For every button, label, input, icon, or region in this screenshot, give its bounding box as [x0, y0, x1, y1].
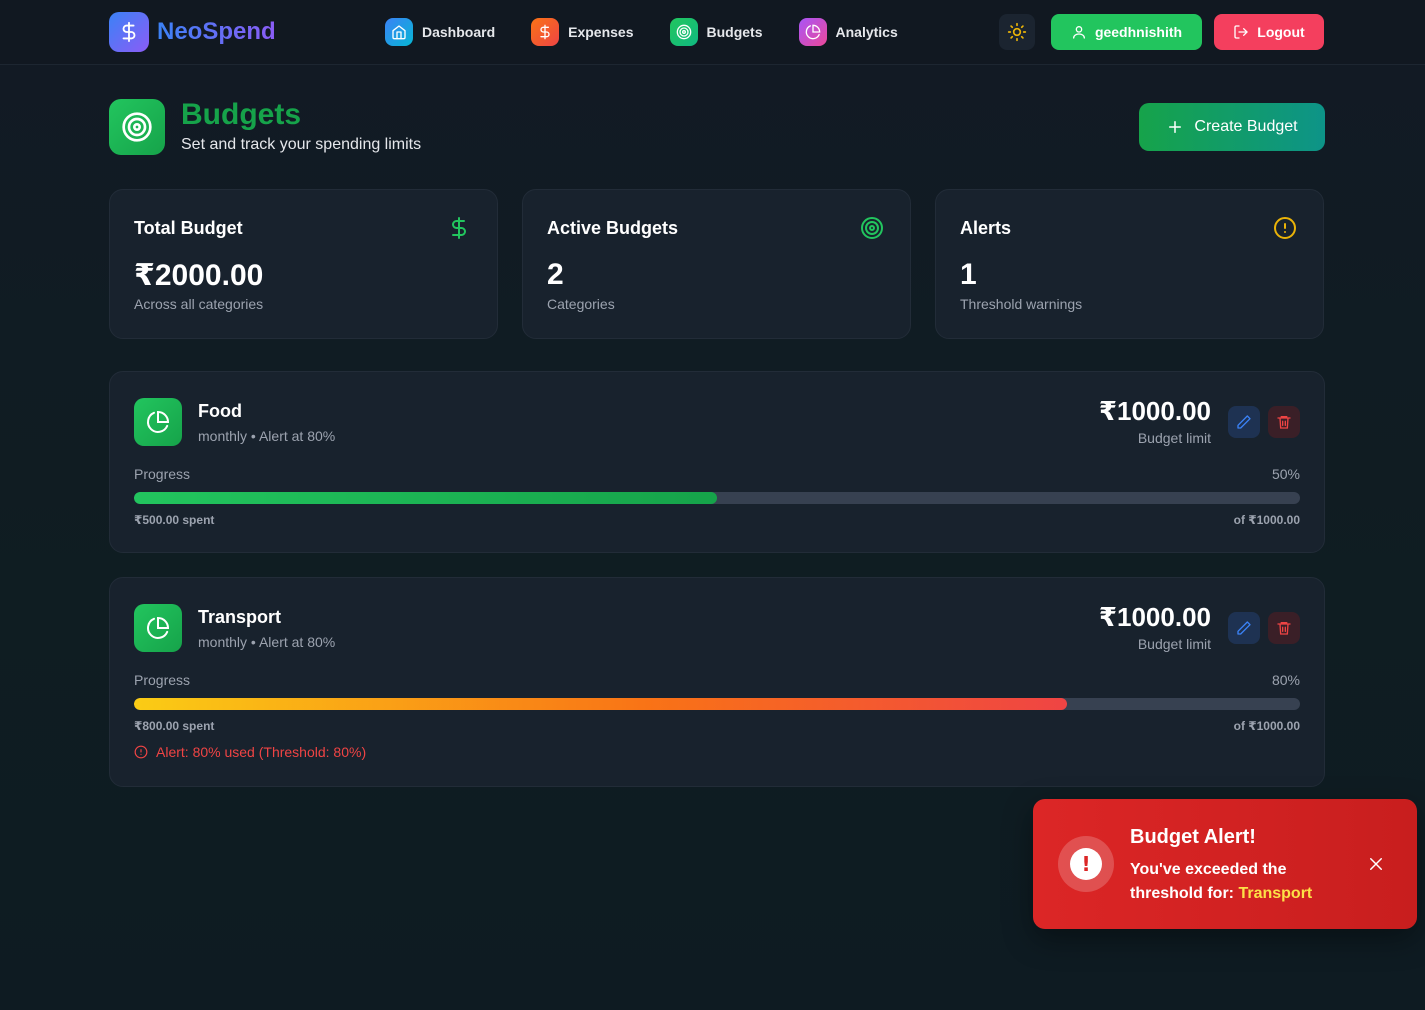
- nav-item-expenses[interactable]: Expenses: [531, 18, 634, 46]
- edit-button[interactable]: [1228, 406, 1260, 438]
- spent-amount: ₹500.00 spent: [134, 513, 215, 527]
- progress-label: Progress: [134, 466, 191, 482]
- progress-percent: 50%: [1271, 466, 1300, 482]
- nav-links: Dashboard Expenses Budgets Analytics: [385, 18, 934, 46]
- alert-text: Alert: 80% used (Threshold: 80%): [156, 744, 367, 760]
- plus-icon: [1169, 121, 1182, 133]
- budget-alert-threshold: Alert at 80%: [258, 428, 336, 444]
- edit-button[interactable]: [1228, 612, 1260, 644]
- budget-amount: ₹1000.00: [1098, 396, 1211, 426]
- toast-category: Transport: [1238, 885, 1313, 902]
- nav-label: Analytics: [835, 24, 898, 40]
- budget-alert-threshold: Alert at 80%: [258, 634, 336, 650]
- stat-title: Active Budgets: [547, 218, 679, 238]
- user-icon: [1072, 26, 1085, 39]
- budget-name: Food: [198, 401, 242, 421]
- budget-meta: monthly • Alert at 80%: [198, 634, 335, 650]
- budget-period: monthly: [198, 634, 248, 650]
- target-icon: [860, 216, 884, 240]
- logout-label: Logout: [1257, 24, 1305, 40]
- trash-icon: [1277, 416, 1291, 429]
- stat-value: 2: [547, 258, 564, 291]
- budget-card-food: Food monthly • Alert at 80% ₹1000.00 Bud…: [109, 371, 1325, 553]
- top-navbar: NeoSpend Dashboard Expenses Budgets Anal…: [0, 0, 1425, 65]
- alert-circle-icon: [134, 745, 148, 759]
- dollar-icon: [531, 18, 560, 46]
- separator-dot: •: [250, 634, 259, 650]
- page-subtitle: Set and track your spending limits: [181, 136, 422, 153]
- pie-chart-icon: [798, 18, 827, 46]
- budget-amount: ₹1000.00: [1098, 602, 1211, 632]
- progress-fill: [134, 698, 1067, 710]
- budget-alert-toast: ! Budget Alert! You've exceeded the thre…: [1033, 799, 1417, 929]
- progress-bar: [134, 492, 1300, 504]
- brand[interactable]: NeoSpend: [109, 12, 276, 52]
- close-icon: [1370, 858, 1382, 870]
- stat-card-alerts: Alerts 1 Threshold warnings: [935, 189, 1324, 339]
- sun-icon: [1007, 22, 1027, 42]
- nav-label: Dashboard: [422, 24, 496, 40]
- pie-chart-icon: [134, 398, 182, 446]
- stat-card-total-budget: Total Budget ₹2000.00 Across all categor…: [109, 189, 498, 339]
- budget-alert-message: Alert: 80% used (Threshold: 80%): [134, 744, 366, 760]
- spent-amount: ₹800.00 spent: [134, 719, 215, 733]
- logout-icon: [1234, 25, 1248, 39]
- nav-label: Expenses: [568, 24, 634, 40]
- progress-bar: [134, 698, 1300, 710]
- dollar-icon: [447, 216, 471, 240]
- pie-chart-icon: [134, 604, 182, 652]
- target-icon: [669, 18, 698, 46]
- of-total: of ₹1000.00: [1233, 719, 1300, 733]
- progress-percent: 80%: [1271, 672, 1300, 688]
- budget-limit-label: Budget limit: [1137, 636, 1211, 652]
- dollar-icon: [109, 12, 149, 52]
- toast-message: You've exceeded the threshold for: Trans…: [1130, 858, 1350, 906]
- create-budget-label: Create Budget: [1194, 118, 1298, 135]
- stat-title: Alerts: [960, 218, 1012, 238]
- target-icon: [109, 99, 165, 155]
- nav-item-budgets[interactable]: Budgets: [669, 18, 763, 46]
- separator-dot: •: [250, 428, 259, 444]
- create-budget-button[interactable]: Create Budget: [1139, 103, 1325, 151]
- nav-label: Budgets: [706, 24, 763, 40]
- logout-button[interactable]: Logout: [1214, 14, 1324, 50]
- stat-sub: Categories: [547, 296, 615, 312]
- theme-toggle-button[interactable]: [999, 14, 1035, 50]
- progress-label: Progress: [134, 672, 191, 688]
- delete-button[interactable]: [1268, 406, 1300, 438]
- home-icon: [385, 18, 413, 46]
- stat-title: Total Budget: [134, 218, 243, 238]
- budget-limit-label: Budget limit: [1137, 430, 1211, 446]
- delete-button[interactable]: [1268, 612, 1300, 644]
- budget-period: monthly: [198, 428, 248, 444]
- of-total: of ₹1000.00: [1233, 513, 1300, 527]
- exclamation-icon: !: [1070, 848, 1102, 880]
- username: geedhnishith: [1094, 24, 1183, 40]
- toast-title: Budget Alert!: [1130, 826, 1256, 848]
- alert-icon: !: [1058, 836, 1114, 892]
- stat-value: 1: [960, 258, 977, 291]
- trash-icon: [1277, 622, 1291, 635]
- pencil-icon: [1237, 415, 1251, 429]
- nav-item-analytics[interactable]: Analytics: [798, 18, 898, 46]
- nav-item-dashboard[interactable]: Dashboard: [385, 18, 495, 46]
- budget-card-transport: Transport monthly • Alert at 80% ₹1000.0…: [109, 577, 1325, 787]
- brand-name: NeoSpend: [157, 18, 276, 45]
- budget-meta: monthly • Alert at 80%: [198, 428, 335, 444]
- progress-fill: [134, 492, 717, 504]
- stat-value: ₹2000.00: [134, 259, 264, 292]
- user-profile-button[interactable]: geedhnishith: [1051, 14, 1202, 50]
- page-title: Budgets: [181, 98, 301, 131]
- toast-close-button[interactable]: [1364, 852, 1388, 876]
- stat-sub: Across all categories: [134, 296, 264, 312]
- stat-card-active-budgets: Active Budgets 2 Categories: [522, 189, 911, 339]
- budget-name: Transport: [198, 607, 282, 627]
- alert-circle-icon: [1273, 216, 1297, 240]
- pencil-icon: [1237, 621, 1251, 635]
- stat-sub: Threshold warnings: [960, 296, 1083, 312]
